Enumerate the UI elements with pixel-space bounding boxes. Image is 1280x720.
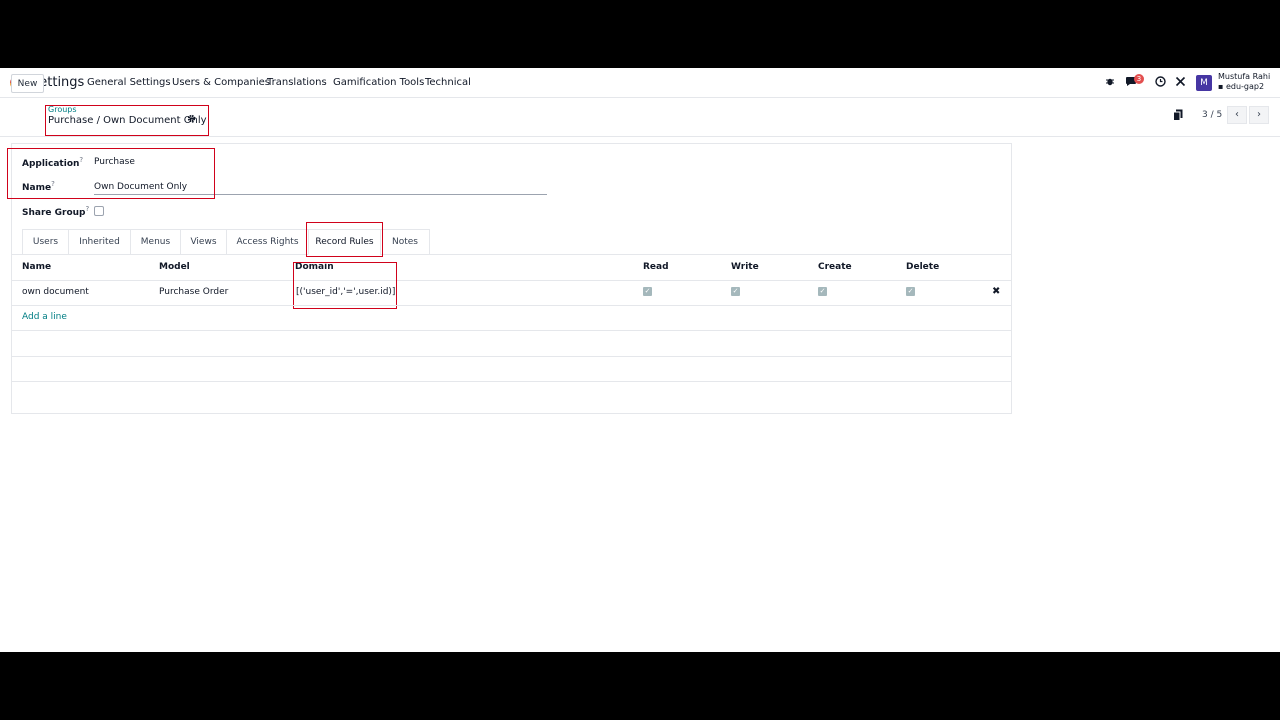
menu-users-companies[interactable]: Users & Companies (172, 77, 270, 88)
table-row-divider (11, 330, 1012, 331)
pager-next-button[interactable]: › (1249, 106, 1269, 124)
check-icon: ✓ (819, 287, 826, 295)
table-header-divider (11, 280, 1012, 281)
cell-rule-model[interactable]: Purchase Order (159, 287, 228, 297)
tab-notes[interactable]: Notes (380, 229, 430, 255)
column-header-delete[interactable]: Delete (906, 262, 939, 272)
column-header-read[interactable]: Read (643, 262, 669, 272)
cell-rule-domain[interactable]: [('user_id','=',user.id)] (296, 287, 395, 297)
name-label: Name? (22, 180, 55, 193)
column-header-create[interactable]: Create (818, 262, 852, 272)
application-label-text: Application (22, 159, 80, 169)
tab-views[interactable]: Views (180, 229, 226, 255)
share-group-label: Share Group? (22, 205, 89, 218)
share-group-help-icon[interactable]: ? (86, 205, 90, 213)
column-header-write[interactable]: Write (731, 262, 759, 272)
check-icon: ✓ (732, 287, 739, 295)
remove-row-icon[interactable]: ✖ (992, 286, 1000, 297)
tools-icon[interactable] (1173, 76, 1187, 90)
column-header-model[interactable]: Model (159, 262, 190, 272)
table-row-divider (11, 305, 1012, 306)
gear-icon[interactable] (187, 114, 196, 126)
new-button[interactable]: New (11, 74, 44, 93)
duplicate-icon[interactable] (1173, 109, 1183, 121)
chat-badge: 3 (1134, 74, 1144, 84)
tab-inherited[interactable]: Inherited (68, 229, 130, 255)
delete-checkbox[interactable]: ✓ (906, 287, 915, 296)
menu-general-settings[interactable]: General Settings (87, 77, 171, 88)
share-group-label-text: Share Group (22, 208, 86, 218)
database-label: edu-gap2 (1225, 82, 1265, 91)
create-checkbox[interactable]: ✓ (818, 287, 827, 296)
chevron-right-icon: › (1257, 109, 1261, 120)
write-checkbox[interactable]: ✓ (731, 287, 740, 296)
column-header-domain[interactable]: Domain (295, 262, 334, 272)
tab-access-rights[interactable]: Access Rights (226, 229, 308, 255)
table-row-divider (11, 381, 1012, 382)
breadcrumb-groups[interactable]: Groups (48, 105, 77, 114)
name-label-text: Name (22, 183, 52, 193)
cell-rule-name[interactable]: own document (22, 287, 89, 297)
read-checkbox[interactable]: ✓ (643, 287, 652, 296)
top-navbar: Settings General Settings Users & Compan… (0, 68, 1280, 98)
table-row-divider (11, 356, 1012, 357)
tab-menus[interactable]: Menus (130, 229, 180, 255)
database-name: ▪ edu-gap2 (1218, 82, 1264, 91)
application-field[interactable]: Purchase (94, 157, 135, 167)
chevron-left-icon: ‹ (1235, 109, 1239, 120)
menu-gamification-tools[interactable]: Gamification Tools (333, 77, 424, 88)
screen: Settings General Settings Users & Compan… (0, 68, 1280, 652)
user-avatar[interactable]: M (1196, 75, 1212, 91)
application-label: Application? (22, 156, 83, 169)
tab-record-rules[interactable]: Record Rules (308, 229, 380, 255)
add-a-line-link[interactable]: Add a line (22, 312, 67, 322)
application-help-icon[interactable]: ? (79, 156, 83, 164)
database-icon: ▪ (1218, 82, 1224, 91)
pager-value[interactable]: 3 / 5 (1202, 110, 1222, 120)
bug-icon[interactable] (1103, 76, 1117, 90)
pager-previous-button[interactable]: ‹ (1227, 106, 1247, 124)
menu-technical[interactable]: Technical (425, 77, 471, 88)
user-name[interactable]: Mustufa Rahi (1218, 72, 1270, 81)
check-icon: ✓ (644, 287, 651, 295)
breadcrumb-current: Purchase / Own Document Only (48, 115, 207, 126)
tab-users[interactable]: Users (22, 229, 68, 255)
name-input[interactable] (94, 179, 547, 195)
menu-translations[interactable]: Translations (267, 77, 327, 88)
check-icon: ✓ (907, 287, 914, 295)
clock-icon[interactable] (1153, 76, 1167, 90)
name-help-icon[interactable]: ? (51, 180, 55, 188)
share-group-checkbox[interactable] (94, 206, 104, 216)
column-header-name[interactable]: Name (22, 262, 51, 272)
